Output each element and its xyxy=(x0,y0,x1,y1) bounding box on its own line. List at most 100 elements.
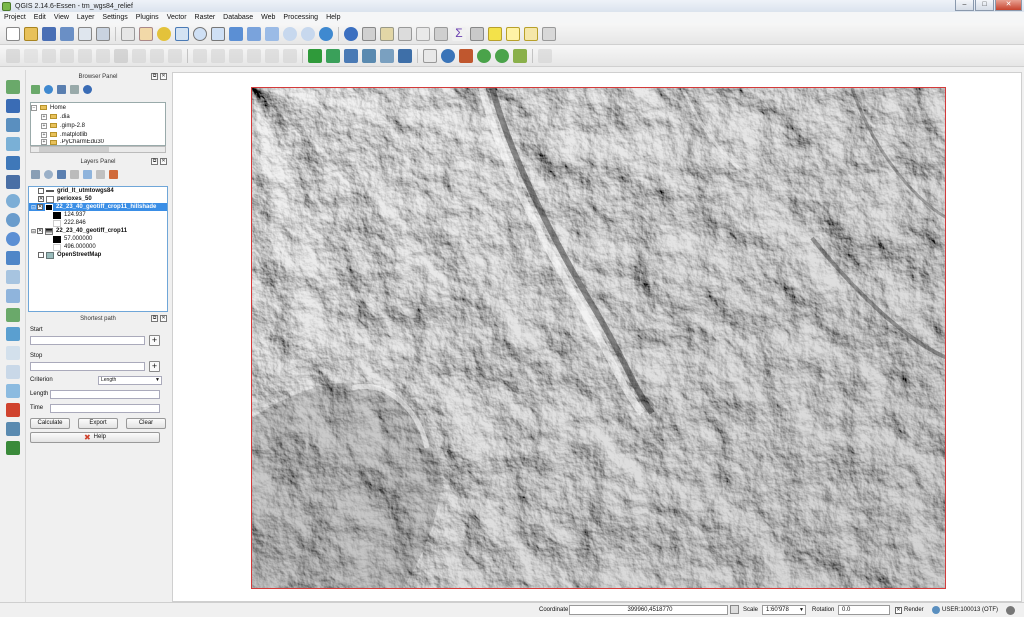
save-edits-icon[interactable] xyxy=(42,48,56,63)
statistics-sum-icon[interactable]: Σ xyxy=(452,26,466,41)
open-project-icon[interactable] xyxy=(24,26,38,41)
add-csv-layer-icon[interactable] xyxy=(423,48,437,63)
layer-styling-icon[interactable] xyxy=(31,169,40,179)
add-raster-layer-icon[interactable] xyxy=(326,48,340,63)
close-panel-icon[interactable]: ✕ xyxy=(160,158,167,165)
map-tips-icon[interactable] xyxy=(488,26,502,41)
crs-globe-icon[interactable] xyxy=(932,606,940,614)
cut-features-icon[interactable] xyxy=(132,48,146,63)
save-as-icon[interactable] xyxy=(60,26,74,41)
paste-features-icon[interactable] xyxy=(168,48,182,63)
criterion-select[interactable]: Length ▼ xyxy=(98,375,162,385)
add-delimited-text-icon[interactable] xyxy=(5,251,20,265)
pan-to-selection-icon[interactable] xyxy=(157,26,171,41)
menu-web[interactable]: Web xyxy=(261,14,275,21)
add-wms-layer-icon[interactable] xyxy=(380,48,394,63)
expander-icon[interactable]: + xyxy=(41,131,47,138)
close-panel-icon[interactable]: ✕ xyxy=(160,315,167,322)
new-spatialite-icon[interactable] xyxy=(5,289,20,303)
float-panel-icon[interactable]: ⧉ xyxy=(151,73,158,80)
tree-item-home[interactable]: − Home xyxy=(31,103,165,112)
expander-icon[interactable]: − xyxy=(31,104,37,111)
layer-tree[interactable]: grid_lt_utmtowgs84 ✕ perioxes_50 ⊟ ✕ 22_… xyxy=(28,186,168,312)
add-feature-icon[interactable] xyxy=(60,48,74,63)
pan-hand-icon[interactable] xyxy=(139,26,153,41)
expander-icon[interactable]: + xyxy=(41,122,47,129)
rotation-spinbox[interactable]: 0.0 xyxy=(838,605,890,615)
road-graph-icon[interactable] xyxy=(5,403,20,417)
export-button[interactable]: Export xyxy=(78,417,118,429)
menu-vector[interactable]: Vector xyxy=(167,14,187,21)
properties-icon[interactable] xyxy=(83,84,92,94)
identify-icon[interactable] xyxy=(344,26,358,41)
coordinate-field[interactable]: 399960,4518770 xyxy=(569,605,728,615)
filter-by-expression-icon[interactable] xyxy=(70,169,79,179)
save-project-icon[interactable] xyxy=(42,26,56,41)
node-tool-icon[interactable] xyxy=(96,48,110,63)
print-composer-icon[interactable] xyxy=(78,26,92,41)
maximize-button[interactable]: □ xyxy=(975,0,994,11)
move-label-icon[interactable] xyxy=(247,48,261,63)
menu-settings[interactable]: Settings xyxy=(102,14,127,21)
composer-manager-icon[interactable] xyxy=(96,26,110,41)
add-point-icon[interactable] xyxy=(495,48,509,63)
menu-help[interactable]: Help xyxy=(326,14,340,21)
add-wcs-icon[interactable] xyxy=(5,213,20,227)
change-label-icon[interactable] xyxy=(283,48,297,63)
add-node-icon[interactable] xyxy=(477,48,491,63)
time-field[interactable] xyxy=(50,403,160,413)
hillshade-raster[interactable] xyxy=(251,87,946,589)
zoom-last-icon[interactable] xyxy=(283,26,297,41)
layer-item[interactable]: OpenStreetMap xyxy=(29,251,167,259)
new-gpx-icon[interactable] xyxy=(5,308,20,322)
add-vector-icon[interactable] xyxy=(5,80,20,94)
clear-button[interactable]: Clear xyxy=(126,417,166,429)
measure-tool-icon[interactable] xyxy=(5,365,20,379)
float-panel-icon[interactable]: ⧉ xyxy=(151,315,158,322)
minimize-button[interactable]: – xyxy=(955,0,974,11)
menu-layer[interactable]: Layer xyxy=(77,14,95,21)
expand-all-icon[interactable] xyxy=(83,169,92,179)
refresh-icon[interactable] xyxy=(44,84,53,94)
pin-labels-icon[interactable] xyxy=(211,48,225,63)
label-tool-icon[interactable] xyxy=(193,48,207,63)
layer-visibility-checkbox[interactable]: ✕ xyxy=(37,204,43,210)
rotate-label-icon[interactable] xyxy=(265,48,279,63)
collapse-all-icon[interactable] xyxy=(70,84,79,94)
plugin-tool-icon[interactable] xyxy=(459,48,473,63)
current-edits-icon[interactable] xyxy=(6,48,20,63)
menu-plugins[interactable]: Plugins xyxy=(136,14,159,21)
layer-item[interactable]: ⊟ ✕ 22_23_40_geotiff_crop11 xyxy=(29,227,167,235)
show-bookmarks-icon[interactable] xyxy=(524,26,538,41)
layer-item[interactable]: ✕ perioxes_50 xyxy=(29,195,167,203)
add-oracle-icon[interactable] xyxy=(5,175,20,189)
deselect-icon[interactable] xyxy=(416,26,430,41)
filter-icon[interactable] xyxy=(57,84,66,94)
grid-tool-icon[interactable] xyxy=(538,48,552,63)
crs-status[interactable]: USER:100013 (OTF) xyxy=(942,605,998,615)
toggle-extents-icon[interactable] xyxy=(730,605,739,614)
float-panel-icon[interactable]: ⧉ xyxy=(151,158,158,165)
menu-processing[interactable]: Processing xyxy=(283,14,318,21)
close-panel-icon[interactable]: ✕ xyxy=(160,73,167,80)
attribute-table-icon[interactable] xyxy=(434,26,448,41)
add-vector-layer-icon[interactable] xyxy=(308,48,322,63)
map-canvas[interactable] xyxy=(172,72,1022,602)
help-button[interactable]: ✖ Help xyxy=(30,432,160,443)
georeference-icon[interactable] xyxy=(513,48,527,63)
toggle-editing-icon[interactable] xyxy=(24,48,38,63)
tree-item[interactable]: + .matplotlib xyxy=(31,130,165,139)
add-selected-icon[interactable] xyxy=(31,84,40,94)
zoom-out-icon[interactable] xyxy=(193,26,207,41)
refresh-icon[interactable] xyxy=(319,26,333,41)
render-checkbox[interactable]: ✕ xyxy=(895,607,902,614)
add-spatialite-layer-icon[interactable] xyxy=(362,48,376,63)
add-raster-icon[interactable] xyxy=(5,99,20,113)
crosshair-icon[interactable] xyxy=(5,346,20,360)
delete-selected-icon[interactable] xyxy=(114,48,128,63)
shortest-path-icon[interactable] xyxy=(5,441,20,455)
georeferencer-icon[interactable] xyxy=(5,422,20,436)
browser-tree[interactable]: − Home + .dia + .gimp-2.8 + .matplotlib … xyxy=(30,102,166,146)
zoom-selection-icon[interactable] xyxy=(265,26,279,41)
add-wfs-icon[interactable] xyxy=(5,232,20,246)
